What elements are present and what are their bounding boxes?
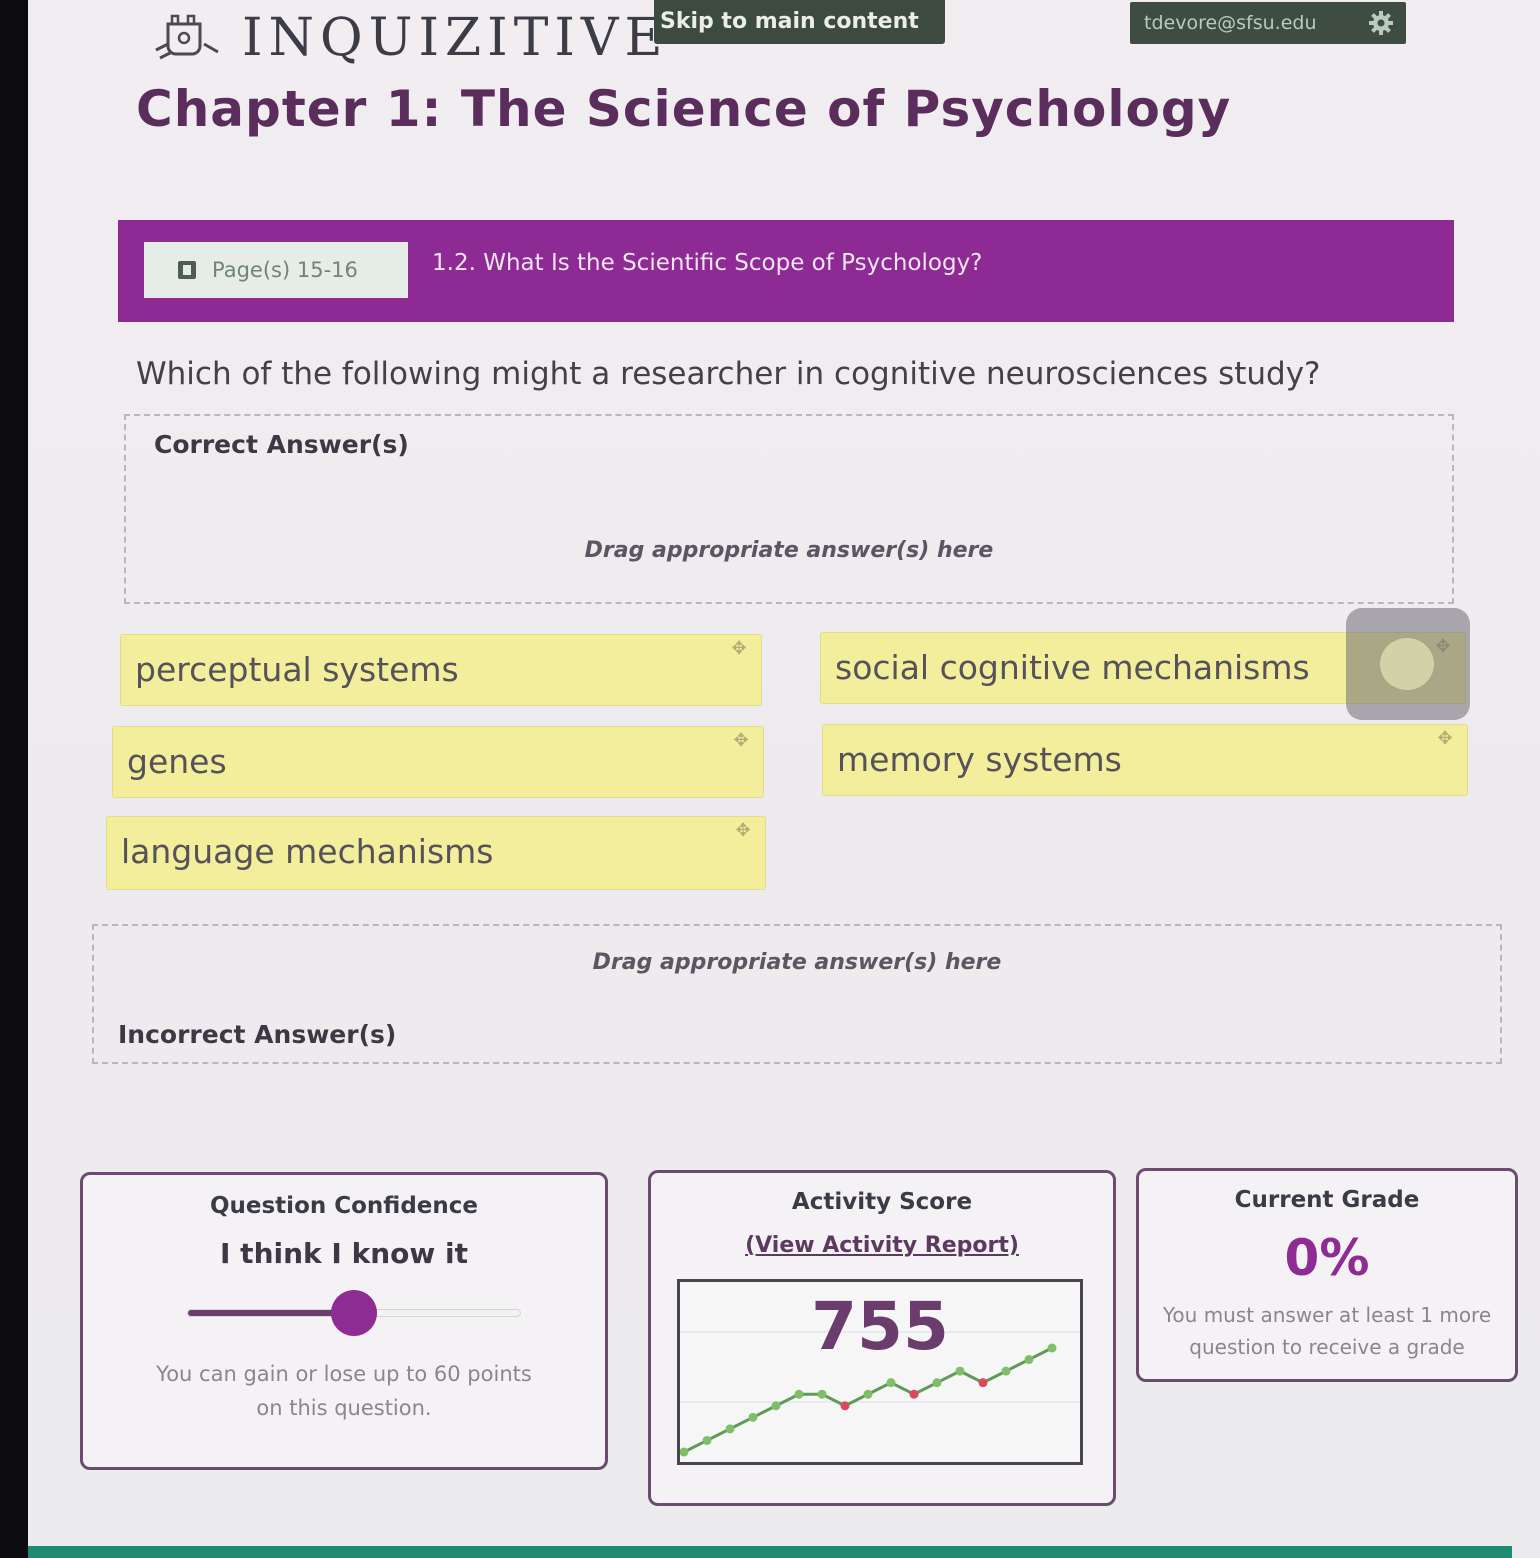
current-grade-card: Current Grade 0% You must answer at leas… — [1136, 1168, 1518, 1382]
incorrect-answers-label: Incorrect Answer(s) — [118, 1020, 397, 1049]
answer-chip-language-mechanisms[interactable]: language mechanisms ✥ — [106, 816, 766, 890]
answer-label: perceptual systems — [135, 650, 459, 689]
activity-score-title: Activity Score — [791, 1189, 973, 1215]
answer-chip-genes[interactable]: genes ✥ — [112, 726, 764, 798]
logo-text: INQUIZITIVE — [242, 8, 669, 68]
confidence-slider-thumb[interactable] — [331, 1290, 377, 1336]
correct-answers-label: Correct Answer(s) — [154, 430, 409, 459]
answer-label: language mechanisms — [121, 832, 494, 871]
user-account-menu[interactable]: tdevore@sfsu.edu — [1130, 2, 1406, 44]
activity-score-card: Activity Score (View Activity Report) 75… — [648, 1170, 1116, 1506]
drag-handle-icon[interactable]: ✥ — [735, 822, 751, 840]
inquizitive-logo[interactable]: INQUIZITIVE — [152, 0, 668, 76]
score-point-correct — [725, 1424, 735, 1434]
activity-score-value: 755 — [811, 1288, 949, 1365]
current-grade-title: Current Grade — [1234, 1187, 1420, 1213]
score-point-correct — [748, 1412, 758, 1422]
chapter-title: Chapter 1: The Science of Psychology — [136, 80, 1232, 138]
score-point-incorrect — [978, 1378, 988, 1388]
score-point-correct — [932, 1378, 942, 1388]
ebook-icon — [178, 261, 196, 279]
page-reference-label: Page(s) 15-16 — [212, 258, 358, 282]
robot-mascot-icon — [155, 14, 219, 60]
answer-label: genes — [127, 742, 227, 781]
drag-handle-icon[interactable]: ✥ — [1437, 730, 1453, 748]
touch-drag-indicator — [1346, 608, 1470, 720]
user-email: tdevore@sfsu.edu — [1144, 12, 1317, 34]
score-point-correct — [886, 1378, 896, 1388]
score-point-incorrect — [909, 1389, 919, 1399]
activity-score-chart: 755 — [677, 1279, 1083, 1465]
confidence-value: I think I know it — [220, 1237, 468, 1270]
score-point-correct — [794, 1389, 804, 1399]
answer-chip-perceptual-systems[interactable]: perceptual systems ✥ — [120, 634, 762, 706]
view-activity-report-link[interactable]: (View Activity Report) — [651, 1233, 1113, 1258]
current-grade-note: You must answer at least 1 more question… — [1162, 1303, 1492, 1359]
correct-dropzone-hint: Drag appropriate answer(s) here — [584, 538, 994, 563]
answer-label: social cognitive mechanisms — [835, 648, 1310, 687]
score-point-correct — [1001, 1366, 1011, 1376]
score-point-correct — [771, 1401, 781, 1411]
incorrect-answers-dropzone[interactable]: Drag appropriate answer(s) here Incorrec… — [92, 924, 1502, 1064]
drag-handle-icon[interactable]: ✥ — [731, 640, 747, 658]
answer-label: memory systems — [837, 740, 1122, 779]
section-title: 1.2. What Is the Scientific Scope of Psy… — [432, 250, 983, 276]
section-banner: Page(s) 15-16 1.2. What Is the Scientifi… — [118, 220, 1454, 322]
score-point-incorrect — [840, 1401, 850, 1411]
confidence-title: Question Confidence — [209, 1193, 479, 1219]
score-point-correct — [702, 1435, 712, 1445]
question-confidence-card: Question Confidence I think I know it Yo… — [80, 1172, 608, 1470]
confidence-slider[interactable] — [187, 1290, 521, 1336]
incorrect-dropzone-hint: Drag appropriate answer(s) here — [592, 950, 1002, 975]
correct-answers-dropzone[interactable]: Correct Answer(s) Drag appropriate answe… — [124, 414, 1454, 604]
drag-handle-icon[interactable]: ✥ — [733, 732, 749, 750]
score-point-correct — [817, 1389, 827, 1399]
skip-to-main-content-link[interactable]: Skip to main content — [654, 0, 945, 44]
current-grade-value: 0% — [1284, 1229, 1370, 1287]
confidence-note: You can gain or lose up to 60 points on … — [156, 1362, 532, 1420]
page-reference-button[interactable]: Page(s) 15-16 — [144, 242, 408, 298]
footer-bar — [28, 1546, 1512, 1558]
score-point-correct — [863, 1389, 873, 1399]
score-point-correct — [955, 1366, 965, 1376]
gear-icon[interactable] — [1368, 10, 1394, 36]
confidence-slider-fill — [188, 1310, 354, 1316]
app-screen: INQUIZITIVE Skip to main content tdevore… — [28, 0, 1540, 1558]
answer-chip-memory-systems[interactable]: memory systems ✥ — [822, 724, 1468, 796]
question-text: Which of the following might a researche… — [136, 356, 1321, 392]
